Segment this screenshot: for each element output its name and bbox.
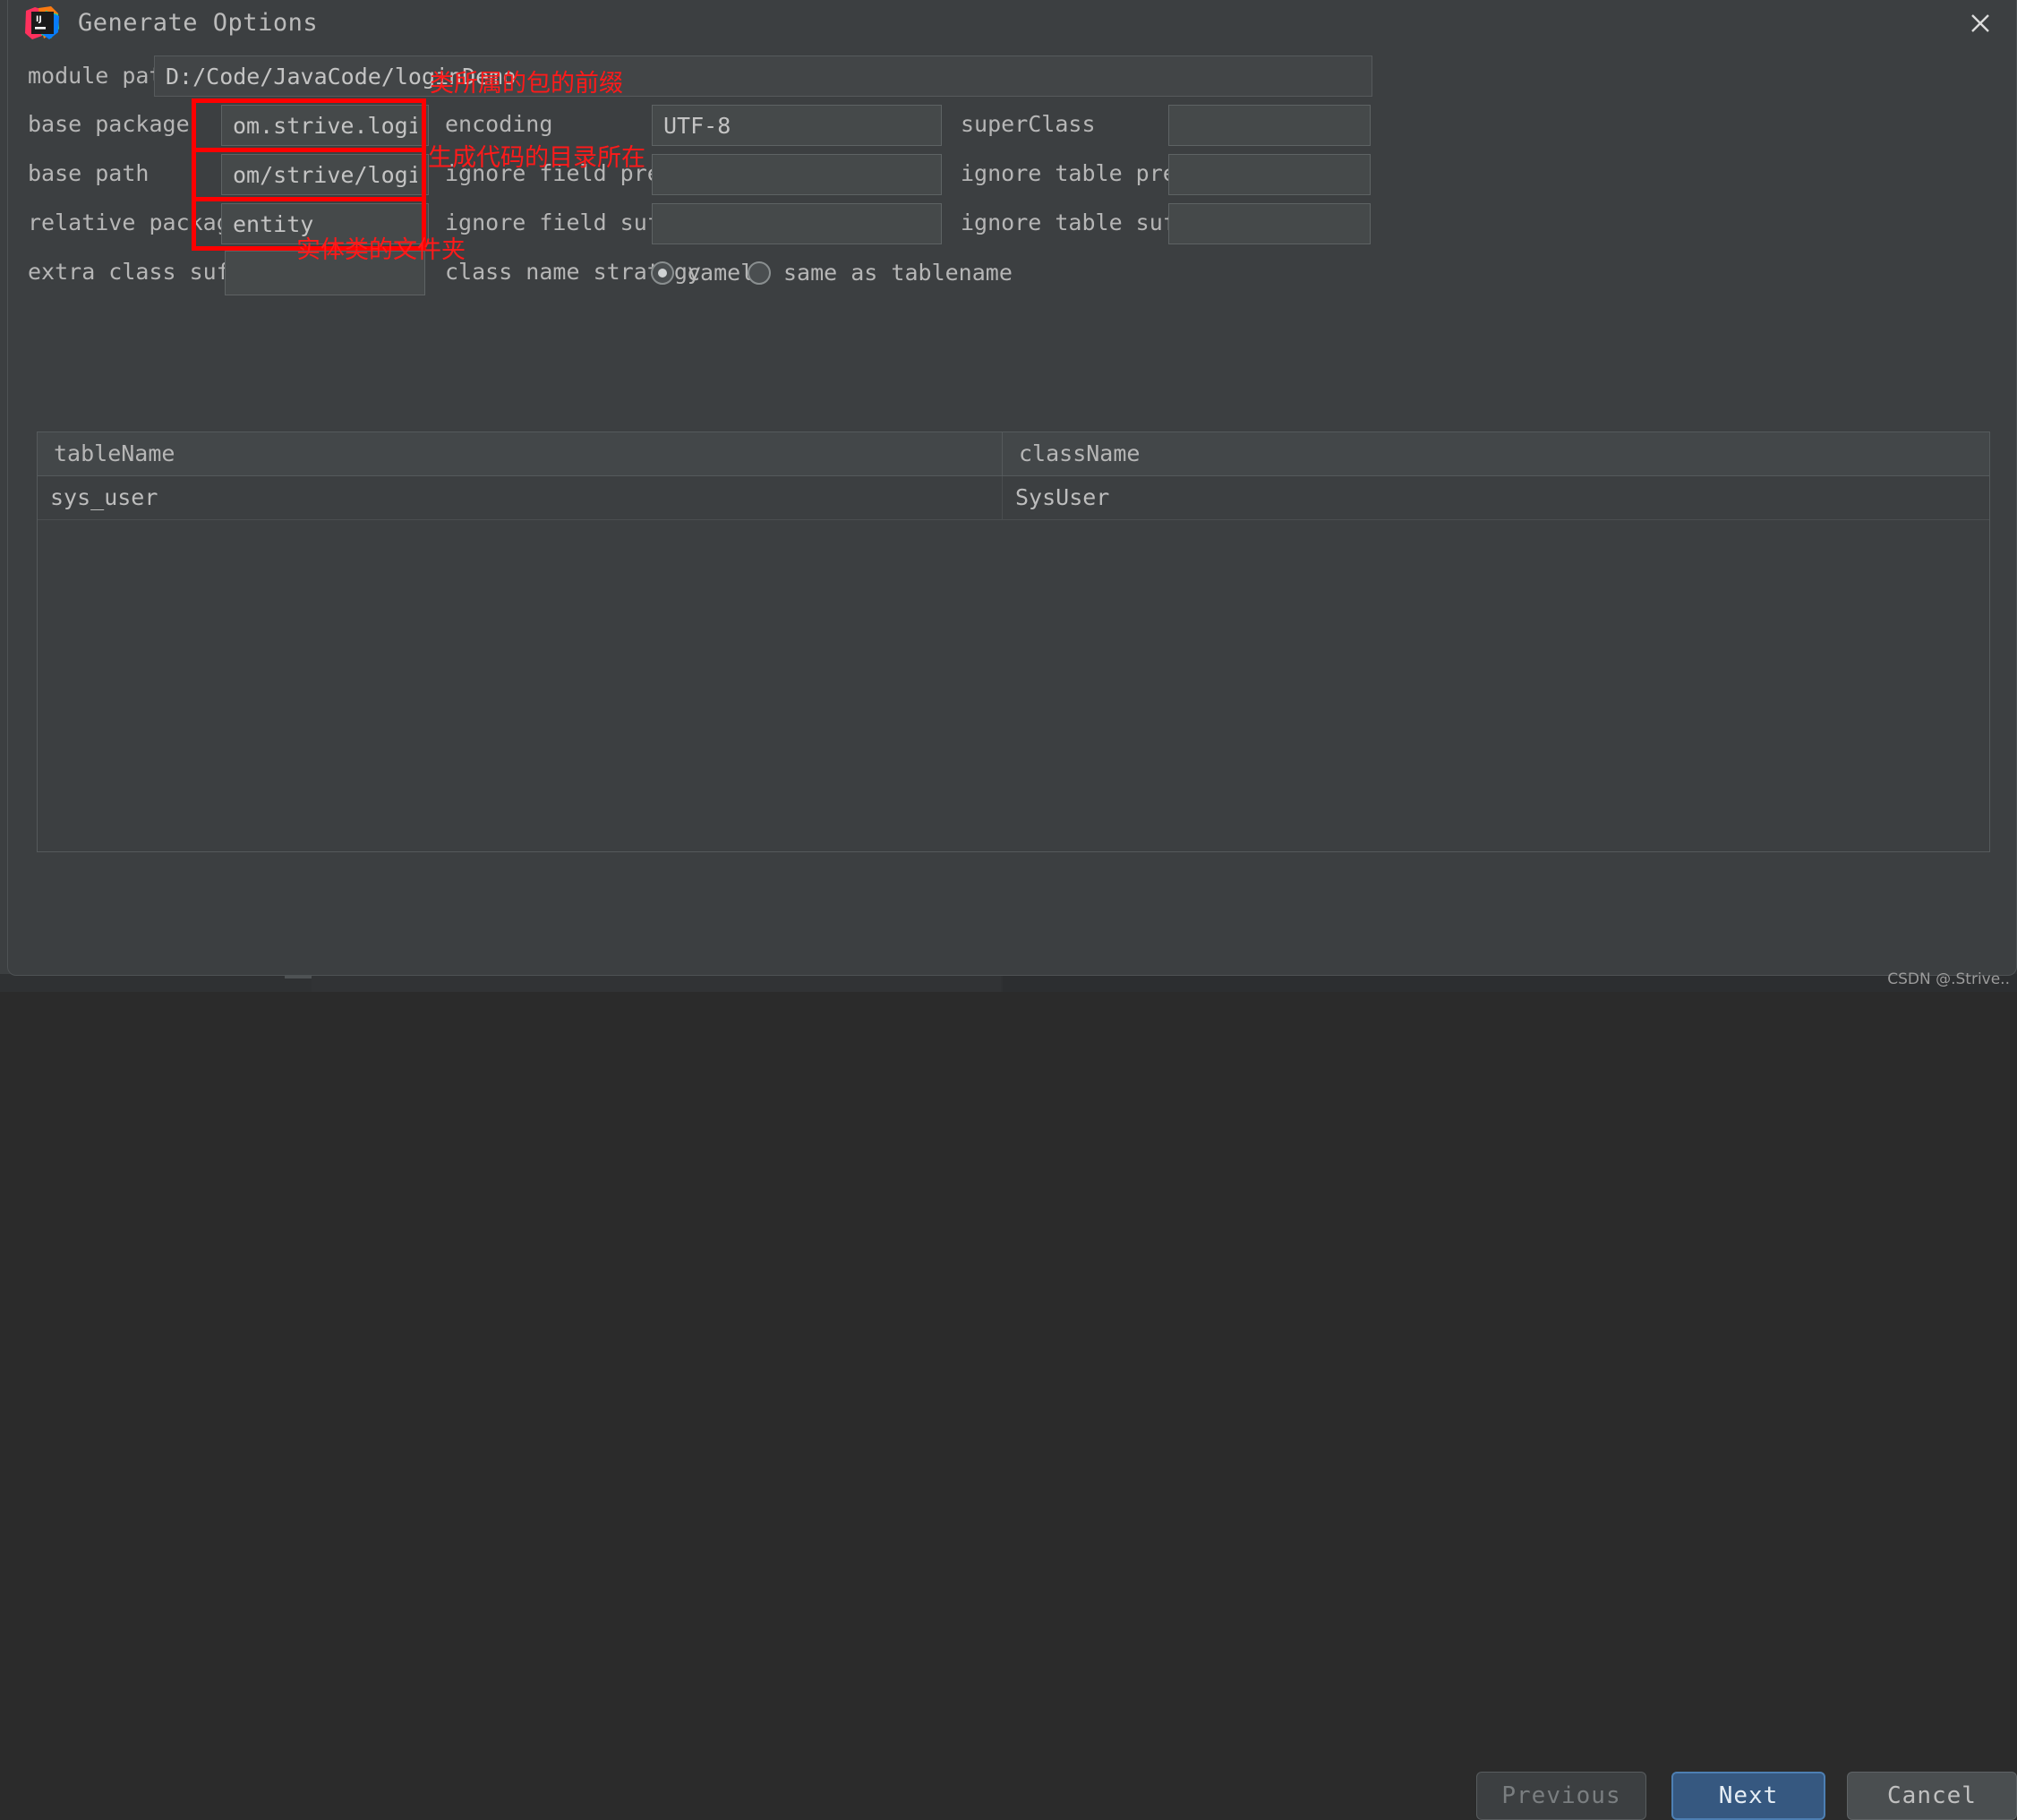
ide-statusbar-segment-1 [312, 974, 1001, 992]
annotation-text-base-path: 生成代码的目录所在 [428, 144, 645, 172]
generate-options-form: module path base package encoding superC… [8, 47, 2016, 408]
radio-same-as-tablename-label: same as tablename [783, 260, 1013, 286]
encoding-input[interactable] [652, 105, 942, 146]
csdn-watermark: CSDN @.Strive.. [1887, 970, 2010, 988]
ignore-field-suffix-input[interactable] [652, 203, 942, 244]
relative-package-label: relative package [28, 209, 244, 235]
svg-text:IJ: IJ [36, 15, 42, 24]
dialog-titlebar: IJ Generate Options [8, 0, 2016, 47]
ignore-table-suffix-input[interactable] [1168, 203, 1371, 244]
table-row[interactable]: sys_user SysUser [38, 476, 1989, 520]
radio-camel-label: camel [687, 260, 755, 286]
base-package-input[interactable] [221, 105, 429, 146]
ignore-table-prefix-input[interactable] [1168, 154, 1371, 195]
base-path-label: base path [28, 160, 150, 186]
annotation-text-base-package: 类所属的包的前缀 [430, 70, 623, 98]
cell-tablename: sys_user [38, 476, 1003, 519]
super-class-label: superClass [961, 111, 1096, 137]
generate-options-dialog: IJ Generate Options module path base pac… [7, 0, 2017, 1820]
cell-classname: SysUser [1015, 484, 1110, 510]
radio-same-as-tablename[interactable]: same as tablename [748, 260, 1013, 286]
close-icon[interactable] [1961, 4, 2000, 43]
tables-list-panel: tableName className sys_user SysUser [37, 432, 1990, 852]
radio-camel-dot [651, 261, 674, 285]
next-button[interactable]: Next [1671, 1772, 1825, 1820]
cancel-button[interactable]: Cancel [1847, 1772, 2017, 1820]
previous-button[interactable]: Previous [1476, 1772, 1646, 1820]
encoding-label: encoding [445, 111, 553, 137]
table-column-header-tablename[interactable]: tableName [38, 432, 1003, 475]
super-class-input[interactable] [1168, 105, 1371, 146]
base-package-label: base package [28, 111, 190, 137]
screen: IJ Generate Options module path base pac… [0, 0, 2017, 1820]
module-path-input[interactable] [154, 56, 1372, 97]
dialog-title: Generate Options [78, 9, 319, 37]
dialog-footer: Previous Next Cancel [8, 859, 2017, 1820]
table-column-header-classname[interactable]: className [1003, 432, 1989, 475]
ide-statusbar-segment-2 [1003, 974, 2017, 992]
table-header-row: tableName className [38, 432, 1989, 476]
annotation-text-relative-package: 实体类的文件夹 [296, 236, 466, 264]
radio-same-as-tablename-dot [748, 261, 771, 285]
radio-camel[interactable]: camel [651, 260, 754, 286]
intellij-idea-logo-icon: IJ [24, 5, 60, 41]
ignore-field-prefix-input[interactable] [652, 154, 942, 195]
base-path-input[interactable] [221, 154, 429, 195]
